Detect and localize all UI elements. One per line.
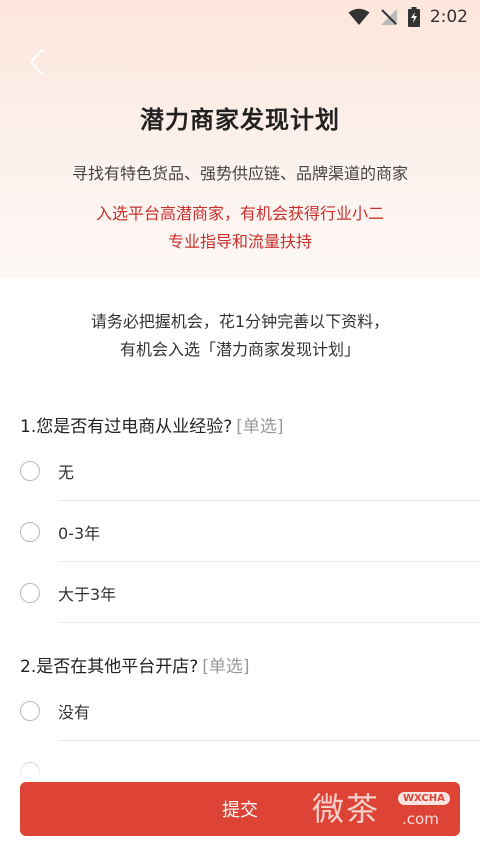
- hero-subtitle: 寻找有特色货品、强势供应链、品牌渠道的商家: [71, 164, 408, 183]
- divider: [58, 561, 480, 562]
- back-button[interactable]: [22, 44, 52, 80]
- option-label: 0-3年: [58, 524, 101, 543]
- intro-line2: 有机会入选「潜力商家发现计划」: [119, 340, 360, 359]
- question-1-type-tag: [单选]: [236, 417, 284, 437]
- question-1-text: 1.您是否有过电商从业经验?: [20, 417, 233, 437]
- hero-highlight-line2: 专业指导和流量扶持: [167, 232, 312, 251]
- option-label: 无: [58, 463, 75, 482]
- radio-button[interactable]: [20, 461, 40, 481]
- status-time: 2:02: [429, 7, 468, 27]
- option-label: 没有: [58, 703, 91, 722]
- divider: [58, 500, 480, 501]
- option-q2-no[interactable]: 没有: [0, 681, 480, 741]
- chevron-left-icon: [29, 48, 44, 76]
- question-2-text: 2.是否在其他平台开店?: [20, 657, 199, 677]
- question-2-title: 2.是否在其他平台开店? [单选]: [20, 652, 250, 677]
- option-q1-none[interactable]: 无: [0, 441, 480, 501]
- status-bar: 2:02: [0, 0, 480, 34]
- radio-button[interactable]: [20, 583, 40, 603]
- wifi-icon: [348, 8, 370, 25]
- divider: [58, 622, 480, 623]
- no-signal-icon: [380, 9, 397, 25]
- watermark-badge: WXCHA: [398, 792, 450, 805]
- radio-button[interactable]: [20, 522, 40, 542]
- option-q1-over-3-years[interactable]: 大于3年: [0, 563, 480, 623]
- watermark-logo: 微茶 WXCHA .com: [312, 784, 462, 832]
- divider: [58, 740, 480, 741]
- hero-highlight-line1: 入选平台高潜商家，有机会获得行业小二: [95, 204, 384, 223]
- option-q1-0-3-years[interactable]: 0-3年: [0, 502, 480, 562]
- question-1-title: 1.您是否有过电商从业经验? [单选]: [20, 412, 284, 437]
- option-label: 大于3年: [58, 585, 117, 604]
- question-2-type-tag: [单选]: [202, 657, 250, 677]
- watermark-domain: .com: [402, 810, 439, 828]
- hero-banner: 潜力商家发现计划 寻找有特色货品、强势供应链、品牌渠道的商家 入选平台高潜商家，…: [0, 0, 480, 278]
- battery-charging-icon: [407, 7, 420, 27]
- page-title: 潜力商家发现计划: [140, 106, 340, 134]
- radio-button[interactable]: [20, 701, 40, 721]
- watermark-text: 微茶: [312, 790, 381, 828]
- intro-line1: 请务必把握机会，花1分钟完善以下资料，: [90, 312, 390, 331]
